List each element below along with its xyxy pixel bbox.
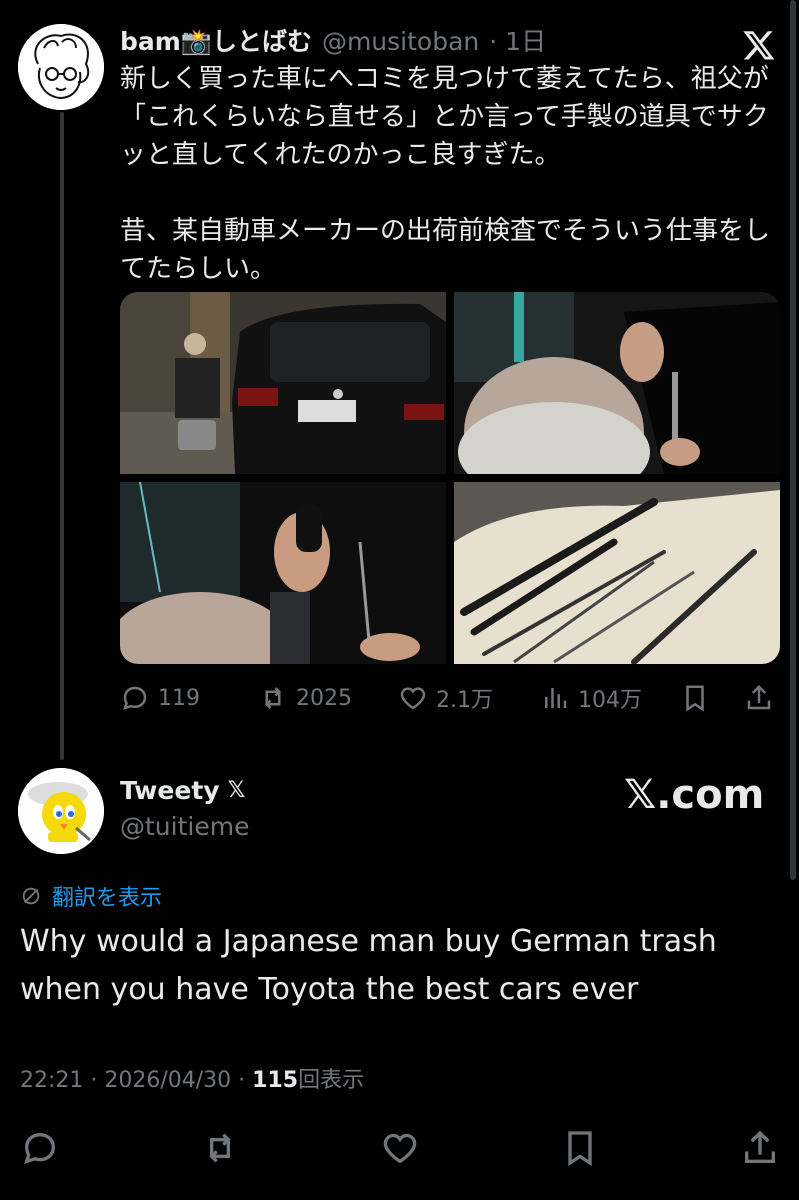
reply-meta: 22:21 · 2026/04/30 · 115回表示 — [20, 1062, 364, 1094]
views-chart-icon — [545, 688, 567, 708]
thread-connector-line — [60, 112, 64, 760]
views-count: 104万 — [578, 688, 642, 713]
share-icon — [747, 684, 771, 710]
like-button[interactable]: 2.1万 — [398, 676, 493, 720]
x-badge-icon: 𝕏 — [227, 778, 246, 803]
post-header: bam📸しとばむ @musitoban · 1日 — [120, 22, 546, 58]
author-handle[interactable]: @musitoban — [322, 27, 479, 56]
translate-globe-icon — [22, 887, 40, 905]
repost-button[interactable]: 2025 — [258, 676, 352, 720]
photo-repair-closeup-2[interactable] — [120, 481, 446, 664]
avatar-illustration — [18, 24, 104, 110]
reply-count: 119 — [158, 685, 200, 711]
avatar-tuitieme[interactable] — [18, 768, 104, 854]
like-count: 2.1万 — [436, 688, 493, 713]
post-time[interactable]: · 1日 — [489, 22, 546, 58]
reply-header: Tweety 𝕏 — [120, 776, 245, 805]
repost-icon[interactable] — [200, 1128, 240, 1168]
photo-handmade-tools[interactable] — [454, 482, 780, 664]
translate-link[interactable]: 翻訳を表示 — [20, 880, 162, 912]
post-actions-bar: 119 2025 2.1万 104万 — [120, 676, 780, 720]
heart-icon[interactable] — [380, 1128, 420, 1168]
share-button[interactable] — [744, 676, 774, 720]
repost-count: 2025 — [296, 685, 352, 711]
translate-label: 翻訳を表示 — [52, 886, 163, 911]
photo-car-rear[interactable] — [120, 292, 446, 474]
bookmark-icon — [686, 685, 704, 712]
reply-view-count: 115 — [252, 1068, 299, 1093]
avatar-musitoban[interactable] — [18, 24, 104, 110]
tweety-avatar-illustration — [18, 768, 104, 854]
reply-view-label: 回表示 — [298, 1068, 365, 1093]
scrollbar[interactable] — [790, 0, 796, 880]
reply-icon — [123, 686, 147, 710]
author-display-name[interactable]: bam📸しとばむ — [120, 22, 312, 58]
reply-button[interactable]: 119 — [120, 676, 200, 720]
x-com-brand: 𝕏.com — [624, 772, 765, 818]
photo-repair-closeup-1[interactable] — [454, 292, 780, 507]
post-body-text: 新しく買った車にへコミを見つけて萎えてたら、祖父が「これくらいなら直せる」とか言… — [120, 64, 771, 284]
reply-icon[interactable] — [20, 1128, 60, 1168]
reply-author-handle[interactable]: @tuitieme — [120, 812, 249, 841]
bookmark-icon[interactable] — [560, 1128, 600, 1168]
share-icon[interactable] — [740, 1128, 780, 1168]
views-button[interactable]: 104万 — [540, 676, 642, 720]
reply-timestamp[interactable]: 22:21 · 2026/04/30 · — [20, 1068, 252, 1093]
bookmark-button[interactable] — [680, 676, 710, 720]
reply-body-text: Why would a Japanese man buy German tras… — [20, 924, 717, 1007]
reply-author-name[interactable]: Tweety — [120, 776, 220, 805]
reply-actions-bar — [0, 1120, 799, 1176]
repost-icon — [264, 687, 282, 709]
media-grid — [120, 292, 780, 664]
heart-icon — [400, 687, 426, 710]
